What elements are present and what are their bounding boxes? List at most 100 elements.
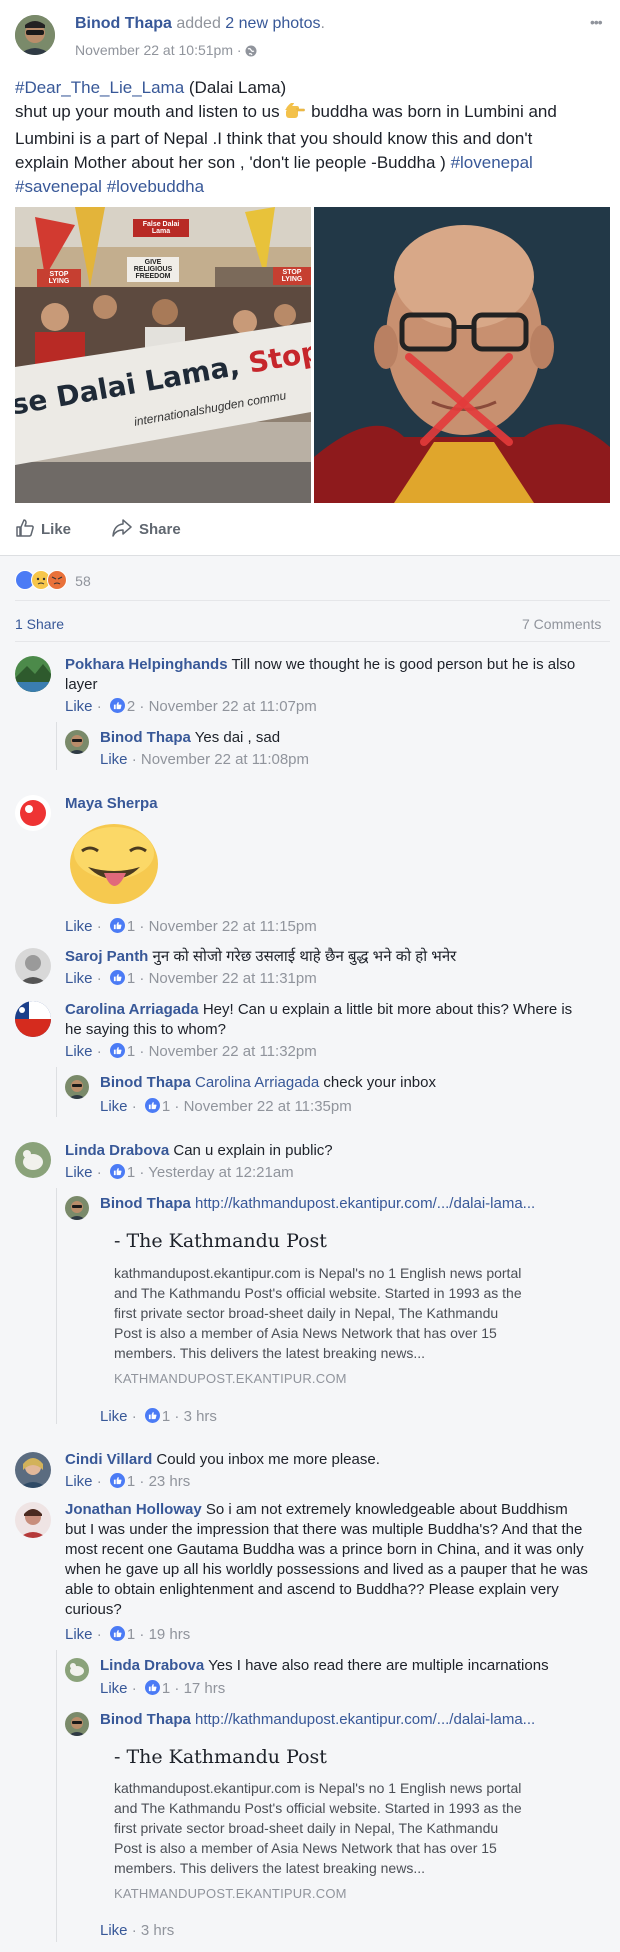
comment-like-count: 1: [161, 1098, 171, 1115]
post-body-line2-tail: buddha was born in Lumbini and: [311, 102, 557, 121]
comment-like-button[interactable]: Like: [65, 1626, 93, 1643]
hashtag-lovebuddha[interactable]: #lovebuddha: [107, 177, 204, 196]
avatar-maya-sherpa[interactable]: [15, 795, 51, 831]
like-count-icon: [144, 1098, 160, 1113]
comment-like-button[interactable]: Like: [65, 918, 93, 935]
comment-body: check your inbox: [323, 1074, 436, 1091]
comment-timestamp[interactable]: November 22 at 11:35pm: [184, 1098, 352, 1115]
avatar-binod-thapa[interactable]: [65, 730, 89, 754]
preview-desc-line: first private sector broad-sheet daily i…: [114, 1305, 499, 1321]
comment-meta: Like · 1 · November 22 at 11:32pm: [65, 1043, 317, 1060]
comment-meta: Like · 1 · November 22 at 11:35pm: [100, 1098, 352, 1115]
comment-like-button[interactable]: Like: [65, 698, 93, 715]
commenter-name[interactable]: Cindi Villard: [65, 1451, 152, 1468]
avatar-cindi-villard[interactable]: [15, 1452, 51, 1488]
commenter-name[interactable]: Saroj Panth: [65, 948, 148, 965]
hashtag-lovenepal[interactable]: #lovenepal: [451, 153, 533, 172]
comment-like-button[interactable]: Like: [100, 751, 128, 768]
reply-thread-line: [56, 1188, 57, 1424]
comment-body: Can u explain in public?: [173, 1142, 333, 1159]
photo-protest[interactable]: False Dalai Lama STOP LYING GIVE RELIGIO…: [15, 207, 311, 503]
commenter-name[interactable]: Binod Thapa: [100, 1711, 191, 1728]
comment-timestamp[interactable]: November 22 at 11:32pm: [149, 1043, 317, 1060]
post-meta: November 22 at 10:51pm ·: [75, 42, 257, 60]
commenter-name[interactable]: Linda Drabova: [65, 1142, 169, 1159]
comment-timestamp[interactable]: November 22 at 11:08pm: [141, 751, 309, 768]
reply-linda-incarnations: Linda Drabova Yes I have also read there…: [100, 1656, 549, 1676]
commenter-name[interactable]: Binod Thapa: [100, 1195, 191, 1212]
comment-like-button[interactable]: Like: [100, 1408, 128, 1425]
post-like-button[interactable]: Like: [15, 518, 71, 542]
like-count-icon: [109, 698, 125, 713]
post-body-line4: explain Mother about her son , 'don't li…: [15, 153, 451, 172]
link-preview-card[interactable]: - The Kathmandu Post kathmandupost.ekant…: [100, 1222, 570, 1392]
comment-body-line2: he saying this to whom?: [65, 1021, 226, 1038]
post-share-button[interactable]: Share: [111, 518, 181, 542]
avatar-linda-drabova[interactable]: [15, 1142, 51, 1178]
comment-timestamp[interactable]: 23 hrs: [149, 1473, 191, 1490]
like-count-icon: [144, 1408, 160, 1423]
like-count-icon: [109, 918, 125, 933]
commenter-name[interactable]: Binod Thapa: [100, 729, 191, 746]
comments-count[interactable]: 7 Comments: [522, 616, 601, 632]
comment-like-button[interactable]: Like: [65, 1473, 93, 1490]
post-header: Binod Thapa added 2 new photos.: [75, 15, 325, 33]
photos-link[interactable]: 2 new photos: [225, 15, 320, 32]
reply-binod-link-2: Binod Thapa http://kathmandupost.ekantip…: [100, 1710, 535, 1730]
photo-portrait[interactable]: [314, 207, 610, 503]
comment-timestamp[interactable]: November 22 at 11:31pm: [149, 970, 317, 987]
comment-timestamp[interactable]: 17 hrs: [184, 1680, 226, 1697]
kathmandupost-link[interactable]: http://kathmandupost.ekantipur.com/.../d…: [195, 1711, 535, 1728]
commenter-name[interactable]: Binod Thapa: [100, 1074, 191, 1091]
comment-like-button[interactable]: Like: [65, 1043, 93, 1060]
comment-meta: Like · 1 · 23 hrs: [65, 1473, 191, 1490]
reactions-summary[interactable]: 58: [15, 570, 91, 590]
post-card: Binod Thapa added 2 new photos. November…: [0, 0, 620, 556]
hashtag-dear-the-lie-lama[interactable]: #Dear_The_Lie_Lama: [15, 78, 184, 97]
avatar-linda-drabova[interactable]: [65, 1658, 89, 1682]
commenter-name[interactable]: Linda Drabova: [100, 1657, 204, 1674]
avatar-pokhara-helpinghands[interactable]: [15, 656, 51, 692]
comment-timestamp[interactable]: 3 hrs: [184, 1408, 217, 1425]
like-count-icon: [109, 1473, 125, 1488]
post-menu-button[interactable]: •••: [590, 14, 603, 30]
kathmandupost-link[interactable]: http://kathmandupost.ekantipur.com/.../d…: [195, 1195, 535, 1212]
post-body: #Dear_The_Lie_Lama (Dalai Lama) shut up …: [15, 76, 610, 199]
comment-body: Yes dai , sad: [194, 729, 281, 746]
protest-sign-give-freedom: GIVE RELIGIOUS FREEDOM: [127, 257, 179, 282]
hashtag-savenepal[interactable]: #savenepal: [15, 177, 102, 196]
author-avatar[interactable]: [15, 15, 55, 55]
comment-like-button[interactable]: Like: [100, 1680, 128, 1697]
comment-like-button[interactable]: Like: [65, 1164, 93, 1181]
comment-body: नुन को सोजो गरेछ उसलाई थाहे छैन बुद्ध भन…: [152, 948, 457, 965]
commenter-name[interactable]: Jonathan Holloway: [65, 1501, 202, 1518]
comment-timestamp[interactable]: Yesterday at 12:21am: [148, 1164, 293, 1181]
avatar-binod-thapa[interactable]: [65, 1075, 89, 1099]
comment-like-button[interactable]: Like: [65, 970, 93, 987]
comment-body-line: curious?: [65, 1601, 122, 1618]
link-preview-card[interactable]: - The Kathmandu Post kathmandupost.ekant…: [100, 1738, 570, 1908]
avatar-jonathan-holloway[interactable]: [15, 1502, 51, 1538]
comment-like-button[interactable]: Like: [100, 1922, 128, 1939]
link-preview-description: kathmandupost.ekantipur.com is Nepal's n…: [114, 1778, 522, 1878]
commenter-name[interactable]: Pokhara Helpinghands: [65, 656, 228, 673]
comment-saroj: Saroj Panth नुन को सोजो गरेछ उसलाई थाहे …: [65, 947, 456, 967]
comment-timestamp[interactable]: November 22 at 11:15pm: [149, 918, 317, 935]
mention-link[interactable]: Carolina Arriagada: [195, 1074, 319, 1091]
commenter-name[interactable]: Maya Sherpa: [65, 795, 158, 812]
preview-desc-line: first private sector broad-sheet daily i…: [114, 1820, 499, 1836]
comment-timestamp[interactable]: November 22 at 11:07pm: [149, 698, 317, 715]
shares-count-link[interactable]: 1 Share: [15, 616, 64, 632]
comment-timestamp[interactable]: 19 hrs: [149, 1626, 191, 1643]
commenter-name[interactable]: Carolina Arriagada: [65, 1001, 199, 1018]
comment-like-button[interactable]: Like: [100, 1098, 128, 1115]
comment-timestamp[interactable]: 3 hrs: [141, 1922, 174, 1939]
comment-body: Yes I have also read there are multiple …: [208, 1657, 549, 1674]
avatar-binod-thapa[interactable]: [65, 1196, 89, 1220]
post-author-name[interactable]: Binod Thapa: [75, 15, 172, 32]
avatar-saroj-panth[interactable]: [15, 948, 51, 984]
avatar-carolina-arriagada[interactable]: [15, 1001, 51, 1037]
avatar-binod-thapa[interactable]: [65, 1712, 89, 1736]
thumbs-up-icon: [15, 518, 35, 542]
post-timestamp[interactable]: November 22 at 10:51pm: [75, 42, 233, 58]
